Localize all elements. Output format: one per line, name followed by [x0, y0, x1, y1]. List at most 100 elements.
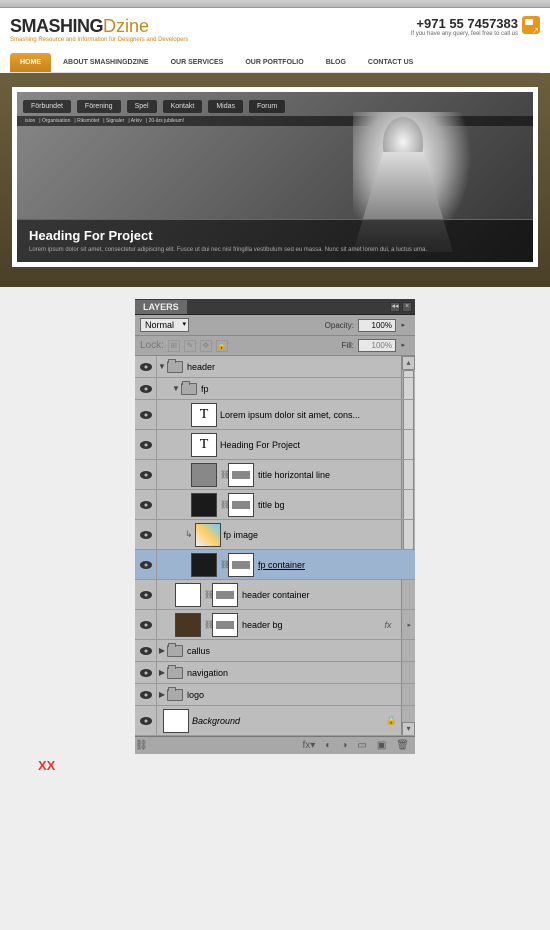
- blend-row: Normal Opacity: 100%: [135, 315, 415, 336]
- clip-indicator-icon: ↳: [185, 529, 193, 540]
- nav-about[interactable]: ABOUT SMASHINGDZINE: [53, 53, 159, 72]
- lock-transparency-icon[interactable]: ⊞: [168, 340, 180, 352]
- nav-contact[interactable]: CONTACT US: [358, 53, 423, 72]
- visibility-toggle[interactable]: [135, 640, 157, 661]
- new-group-icon[interactable]: ▭: [357, 740, 366, 751]
- fx-badge[interactable]: fx: [384, 620, 391, 630]
- text-layer-icon: T: [191, 403, 217, 427]
- mask-thumb: [228, 493, 254, 517]
- layer-thumb: [191, 463, 217, 487]
- layer-name[interactable]: title bg: [258, 500, 285, 510]
- disclosure-triangle[interactable]: ▼: [157, 362, 167, 371]
- visibility-toggle[interactable]: [135, 356, 157, 377]
- layer-name[interactable]: callus: [187, 646, 210, 656]
- folder-icon: [181, 383, 197, 395]
- disclosure-triangle[interactable]: ▶: [157, 668, 167, 677]
- layer-name[interactable]: header bg: [242, 620, 283, 630]
- opacity-input[interactable]: 100%: [358, 319, 396, 332]
- mask-thumb: [212, 613, 238, 637]
- visibility-toggle[interactable]: [135, 580, 157, 609]
- visibility-toggle[interactable]: [135, 520, 157, 549]
- lock-position-icon[interactable]: ✥: [200, 340, 212, 352]
- hero-tab[interactable]: Midas: [208, 100, 243, 113]
- layer-group-navigation[interactable]: ▶ navigation: [135, 662, 415, 684]
- layer-title-line[interactable]: ⛓ title horizontal line: [135, 460, 415, 490]
- trash-icon[interactable]: 🗑: [396, 740, 409, 751]
- lock-pixels-icon[interactable]: ✎: [184, 340, 196, 352]
- main-nav: HOME ABOUT SMASHINGDZINE OUR SERVICES OU…: [10, 53, 540, 73]
- visibility-toggle[interactable]: [135, 610, 157, 639]
- link-layers-icon[interactable]: ⛓: [135, 740, 148, 751]
- visibility-toggle[interactable]: [135, 662, 157, 683]
- visibility-toggle[interactable]: [135, 430, 157, 459]
- visibility-toggle[interactable]: [135, 460, 157, 489]
- hero-tab[interactable]: Förening: [77, 100, 121, 113]
- layer-fp-container[interactable]: ⛓ fp container: [135, 550, 415, 580]
- hero-tab[interactable]: Spel: [127, 100, 157, 113]
- layer-name[interactable]: logo: [187, 690, 204, 700]
- folder-icon: [167, 361, 183, 373]
- folder-icon: [167, 667, 183, 679]
- new-layer-icon[interactable]: ▣: [377, 740, 386, 751]
- opacity-label: Opacity:: [325, 321, 354, 330]
- fx-disclosure-icon[interactable]: ▸: [407, 621, 411, 629]
- visibility-toggle[interactable]: [135, 400, 157, 429]
- layer-name[interactable]: fp: [201, 384, 209, 394]
- lock-label: Lock:: [140, 340, 164, 351]
- fill-input[interactable]: 100%: [358, 339, 396, 352]
- close-icon[interactable]: ×: [402, 302, 412, 312]
- nav-blog[interactable]: BLOG: [316, 53, 356, 72]
- layer-group-logo[interactable]: ▶ logo: [135, 684, 415, 706]
- adjustment-icon[interactable]: ◑: [341, 740, 347, 751]
- spacer: [0, 287, 550, 299]
- logo-main: SMASHING: [10, 16, 103, 36]
- layer-background[interactable]: Background 🔒: [135, 706, 415, 736]
- visibility-toggle[interactable]: [135, 490, 157, 519]
- layer-name[interactable]: Background: [192, 716, 240, 726]
- layer-thumb: [191, 553, 217, 577]
- layer-name[interactable]: navigation: [187, 668, 228, 678]
- browser-chrome-top: [0, 0, 550, 8]
- disclosure-triangle[interactable]: ▼: [171, 384, 181, 393]
- hero-tab[interactable]: Förbundet: [23, 100, 71, 113]
- layer-fp-image[interactable]: ↳ fp image: [135, 520, 415, 550]
- visibility-toggle[interactable]: [135, 684, 157, 705]
- logo-block: SMASHINGDzine Smashing Resource and Info…: [10, 16, 188, 43]
- visibility-toggle[interactable]: [135, 550, 157, 579]
- layer-text-heading[interactable]: T Heading For Project: [135, 430, 415, 460]
- lock-all-icon[interactable]: 🔒: [216, 340, 228, 352]
- disclosure-triangle[interactable]: ▶: [157, 690, 167, 699]
- layer-name[interactable]: header container: [242, 590, 310, 600]
- layer-group-callus[interactable]: ▶ callus: [135, 640, 415, 662]
- mask-icon[interactable]: ◐: [325, 740, 331, 751]
- layer-header-container[interactable]: ⛓ header container: [135, 580, 415, 610]
- visibility-toggle[interactable]: [135, 378, 157, 399]
- visibility-toggle[interactable]: [135, 706, 157, 735]
- layer-thumb: [175, 583, 201, 607]
- layer-header-bg[interactable]: ⛓ header bg fx ▸: [135, 610, 415, 640]
- fx-menu-icon[interactable]: fx▾: [302, 740, 315, 751]
- layers-tab[interactable]: LAYERS: [135, 300, 187, 314]
- layer-name[interactable]: Lorem ipsum dolor sit amet, cons...: [220, 410, 360, 420]
- hero-frame: Förbundet Förening Spel Kontakt Midas Fo…: [12, 87, 538, 267]
- layer-name[interactable]: fp image: [224, 530, 259, 540]
- blend-mode-select[interactable]: Normal: [140, 318, 189, 332]
- layer-name[interactable]: title horizontal line: [258, 470, 330, 480]
- layer-title-bg[interactable]: ⛓ title bg: [135, 490, 415, 520]
- layer-text-lorem[interactable]: T Lorem ipsum dolor sit amet, cons...: [135, 400, 415, 430]
- hero-tab[interactable]: Kontakt: [163, 100, 203, 113]
- call-icon[interactable]: [522, 16, 540, 34]
- nav-home[interactable]: HOME: [10, 53, 51, 72]
- layer-group-fp[interactable]: ▼ fp: [135, 378, 415, 400]
- website-mockup: SMASHINGDzine Smashing Resource and Info…: [0, 8, 550, 73]
- layer-name[interactable]: Heading For Project: [220, 440, 300, 450]
- nav-portfolio[interactable]: OUR PORTFOLIO: [235, 53, 313, 72]
- layer-name[interactable]: header: [187, 362, 215, 372]
- layer-group-header[interactable]: ▼ header: [135, 356, 415, 378]
- layer-name[interactable]: fp container: [258, 560, 305, 570]
- disclosure-triangle[interactable]: ▶: [157, 646, 167, 655]
- collapse-icon[interactable]: ◂◂: [390, 302, 400, 312]
- hero-tab[interactable]: Forum: [249, 100, 285, 113]
- layer-thumb: [163, 709, 189, 733]
- nav-services[interactable]: OUR SERVICES: [161, 53, 234, 72]
